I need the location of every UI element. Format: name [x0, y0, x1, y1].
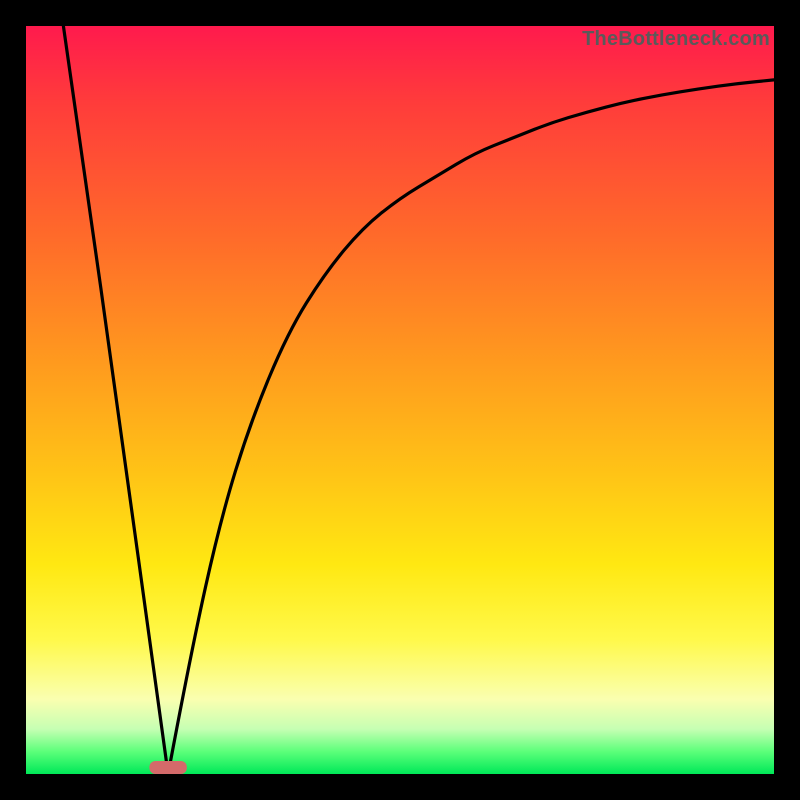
watermark-text: TheBottleneck.com	[582, 28, 770, 51]
bottleneck-curve	[26, 26, 774, 774]
curve-right-branch	[168, 80, 774, 774]
plot-area	[26, 26, 774, 774]
curve-left-branch	[63, 26, 168, 774]
min-marker	[149, 761, 186, 774]
chart-frame: TheBottleneck.com	[0, 0, 800, 800]
